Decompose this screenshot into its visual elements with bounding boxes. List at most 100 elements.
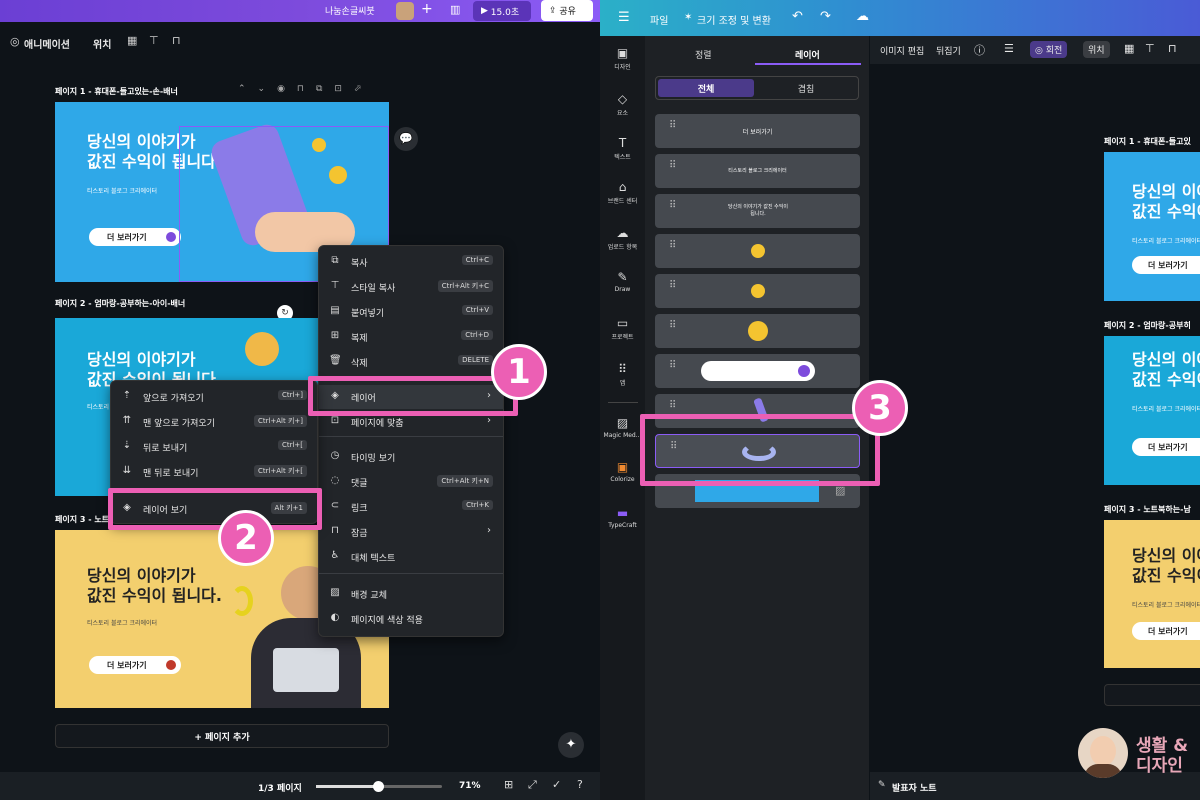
notes-icon[interactable]: ✎ bbox=[878, 780, 886, 790]
menu-item-copy-style[interactable]: ⊤ 스타일 복사 Ctrl+Alt 키+C bbox=[319, 275, 503, 299]
menu-item-timing[interactable]: ◷ 타이밍 보기 bbox=[319, 445, 503, 469]
menu-item-send-backward[interactable]: ⇣ 뒤로 보내기 Ctrl+[ bbox=[111, 435, 317, 459]
magic-sparkle-icon[interactable]: ✦ bbox=[558, 732, 584, 758]
canvas-banner-2[interactable]: 당신의 이야기값진 수익이 티스토리 블로그 크리에이터 더 보러가기 bbox=[1104, 336, 1200, 485]
sidebar-item-apps[interactable]: ⠿ 앱 bbox=[600, 362, 645, 387]
fullscreen-icon[interactable]: ⤢ bbox=[528, 778, 537, 792]
menu-item-comment[interactable]: ◌ 댓글 Ctrl+Alt 키+N bbox=[319, 470, 503, 494]
chevron-right-icon: › bbox=[487, 525, 491, 536]
menu-item-bring-front[interactable]: ⇈ 맨 앞으로 가져오기 Ctrl+Alt 키+] bbox=[111, 410, 317, 434]
grid-view-icon[interactable]: ⊞ bbox=[504, 778, 513, 791]
menu-item-duplicate[interactable]: ⊞ 복제 Ctrl+D bbox=[319, 325, 503, 349]
draw-icon: ✎ bbox=[617, 270, 628, 284]
play-button[interactable]: ▶ 15.0초 bbox=[473, 1, 531, 21]
menu-item-alt-text[interactable]: ♿ 대체 텍스트 bbox=[319, 545, 503, 569]
menu-item-copy[interactable]: ⧉ 복사 Ctrl+C bbox=[319, 250, 503, 274]
page-title: 페이지 2 - 엄마랑-공부하는-아이-배너 bbox=[55, 299, 186, 308]
sidebar-item-design[interactable]: ▣ 디자인 bbox=[600, 46, 645, 71]
layer-item[interactable]: ⠿ 당신의 이야기가 값진 수익이 됩니다. bbox=[655, 194, 860, 228]
canvas-banner-1[interactable]: 당신의 이야기값진 수익이 티스토리 블로그 크리에이터 더 보러가기 bbox=[1104, 152, 1200, 301]
filter-overlap[interactable]: 겹침 bbox=[756, 79, 856, 97]
analytics-icon[interactable]: ▥ bbox=[450, 3, 460, 16]
hamburger-menu-icon[interactable]: ☰ bbox=[618, 10, 630, 25]
paint-roller-icon[interactable]: ⊤ bbox=[149, 34, 159, 47]
undo-icon[interactable]: ↶ bbox=[792, 9, 803, 24]
menu-item-replace-bg[interactable]: ▨ 배경 교체 bbox=[319, 582, 503, 606]
zoom-slider-thumb[interactable] bbox=[373, 781, 384, 792]
page-indicator[interactable]: 1/3 페이지 bbox=[258, 781, 302, 794]
lock-icon[interactable]: ⊓ bbox=[1168, 42, 1177, 55]
paint-roller-icon[interactable]: ⊤ bbox=[1145, 42, 1155, 55]
drag-handle-icon: ⠿ bbox=[669, 320, 678, 331]
layer-item[interactable]: ⠿ bbox=[655, 314, 860, 348]
add-page-button[interactable]: + 페이지 추가 bbox=[55, 724, 389, 748]
layer-item[interactable]: ⠿ bbox=[655, 274, 860, 308]
play-icon: ▶ bbox=[481, 6, 491, 16]
lock-icon[interactable]: ⊓ bbox=[172, 34, 181, 47]
sidebar-item-typecraft[interactable]: ▬ TypeCraft bbox=[600, 506, 645, 529]
menu-item-lock[interactable]: ⊓ 잠금 › bbox=[319, 520, 503, 544]
avatar[interactable] bbox=[396, 2, 414, 20]
banner-headline: 당신의 이야기값진 수익이 bbox=[1132, 546, 1200, 585]
share-button[interactable]: ⇪ 공유 bbox=[541, 0, 593, 21]
comment-icon[interactable]: 💬 bbox=[394, 127, 418, 151]
file-menu[interactable]: 파일 bbox=[650, 12, 668, 27]
page-controls[interactable]: ⌃⌄◉⊓⧉⊡⬀ bbox=[238, 84, 373, 94]
flip-button[interactable]: 뒤집기 bbox=[936, 44, 961, 57]
cloud-saved-icon[interactable]: ☁ bbox=[856, 9, 869, 24]
sidebar-item-text[interactable]: T 텍스트 bbox=[600, 136, 645, 161]
position-button[interactable]: 위치 bbox=[1083, 41, 1110, 58]
menu-item-send-back[interactable]: ⇊ 맨 뒤로 보내기 Ctrl+Alt 키+[ bbox=[111, 460, 317, 484]
sparkle-icon: ✶ bbox=[684, 12, 693, 23]
sidebar-item-projects[interactable]: ▭ 프로젝트 bbox=[600, 316, 645, 341]
top-bar: ☰ 파일 ✶ 크기 조정 및 변환 ↶ ↷ ☁ bbox=[600, 0, 1200, 36]
animation-button[interactable]: 애니메이션 bbox=[24, 36, 70, 51]
sidebar-item-draw[interactable]: ✎ Draw bbox=[600, 270, 645, 293]
layer-item[interactable]: ⠿ bbox=[655, 234, 860, 268]
zoom-level[interactable]: 71% bbox=[459, 781, 481, 791]
sidebar-item-colorize[interactable]: ▣ Colorize bbox=[600, 460, 645, 483]
edit-image-button[interactable]: 이미지 편집 bbox=[880, 44, 924, 57]
menu-item-apply-color[interactable]: ◐ 페이지에 색상 적용 bbox=[319, 607, 503, 631]
step-badge-3: 3 bbox=[852, 380, 908, 436]
plus-icon[interactable]: + bbox=[421, 1, 433, 17]
layer-item[interactable]: ⠿ bbox=[655, 354, 860, 388]
context-menu: ⧉ 복사 Ctrl+C ⊤ 스타일 복사 Ctrl+Alt 키+C ▤ 붙여넣기 Ctrl+… bbox=[318, 245, 504, 637]
typecraft-icon: ▬ bbox=[616, 506, 629, 520]
redo-icon[interactable]: ↷ bbox=[820, 9, 831, 24]
presenter-notes-button[interactable]: 발표자 노트 bbox=[892, 781, 937, 794]
resize-button[interactable]: 크기 조정 및 변환 bbox=[697, 12, 771, 27]
tab-layers[interactable]: 레이어 bbox=[795, 48, 820, 61]
zoom-slider[interactable] bbox=[316, 781, 442, 792]
menu-item-link[interactable]: ⊂ 링크 Ctrl+K bbox=[319, 495, 503, 519]
rotate-button[interactable]: ◎ 회전 bbox=[1030, 41, 1068, 58]
add-page-button[interactable] bbox=[1104, 684, 1200, 706]
menu-item-bring-forward[interactable]: ⇡ 앞으로 가져오기 Ctrl+] bbox=[111, 385, 317, 409]
sidebar-item-brand[interactable]: ⌂ 브랜드 센터 bbox=[600, 180, 645, 205]
filter-all[interactable]: 전체 bbox=[658, 79, 754, 97]
tab-arrange[interactable]: 정렬 bbox=[695, 48, 712, 61]
folder-icon: ▭ bbox=[616, 316, 629, 330]
transparency-icon[interactable]: ▦ bbox=[127, 34, 137, 47]
sidebar-item-elements[interactable]: ◇ 요소 bbox=[600, 92, 645, 117]
project-name[interactable]: 나눔손글씨붓 bbox=[325, 4, 375, 17]
watermark-text: 생활 & 디자인 bbox=[1136, 736, 1189, 776]
layer-item[interactable]: ⠿ 티스토리 블로그 크리에이터 bbox=[655, 154, 860, 188]
sidebar-item-uploads[interactable]: ☁ 업로드 항목 bbox=[600, 226, 645, 251]
copy-icon: ⧉ bbox=[331, 255, 339, 266]
banner-headline: 당신의 이야기값진 수익이 bbox=[1132, 182, 1200, 221]
menu-item-paste[interactable]: ▤ 붙여넣기 Ctrl+V bbox=[319, 300, 503, 324]
canvas-banner-3[interactable]: 당신의 이야기값진 수익이 티스토리 블로그 크리에이터 더 보러가기 bbox=[1104, 520, 1200, 668]
info-icon[interactable]: ⓘ bbox=[974, 42, 985, 58]
menu-item-delete[interactable]: 🗑 삭제 DELETE bbox=[319, 350, 503, 374]
help-icon[interactable]: ? bbox=[577, 778, 583, 791]
transparency-icon[interactable]: ▦ bbox=[1124, 42, 1134, 55]
position-button[interactable]: 위치 bbox=[93, 36, 111, 51]
rotate-icon: ◎ bbox=[1035, 46, 1046, 56]
line-weight-icon[interactable]: ☰ bbox=[1004, 42, 1014, 55]
layer-item[interactable]: ⠿ 더 보러가기 bbox=[655, 114, 860, 148]
check-icon[interactable]: ✓ bbox=[552, 778, 561, 791]
animation-icon[interactable]: ◎ bbox=[10, 35, 20, 48]
elements-icon: ◇ bbox=[617, 92, 628, 106]
sidebar-item-magic-media[interactable]: ▨ Magic Med... bbox=[600, 416, 645, 439]
